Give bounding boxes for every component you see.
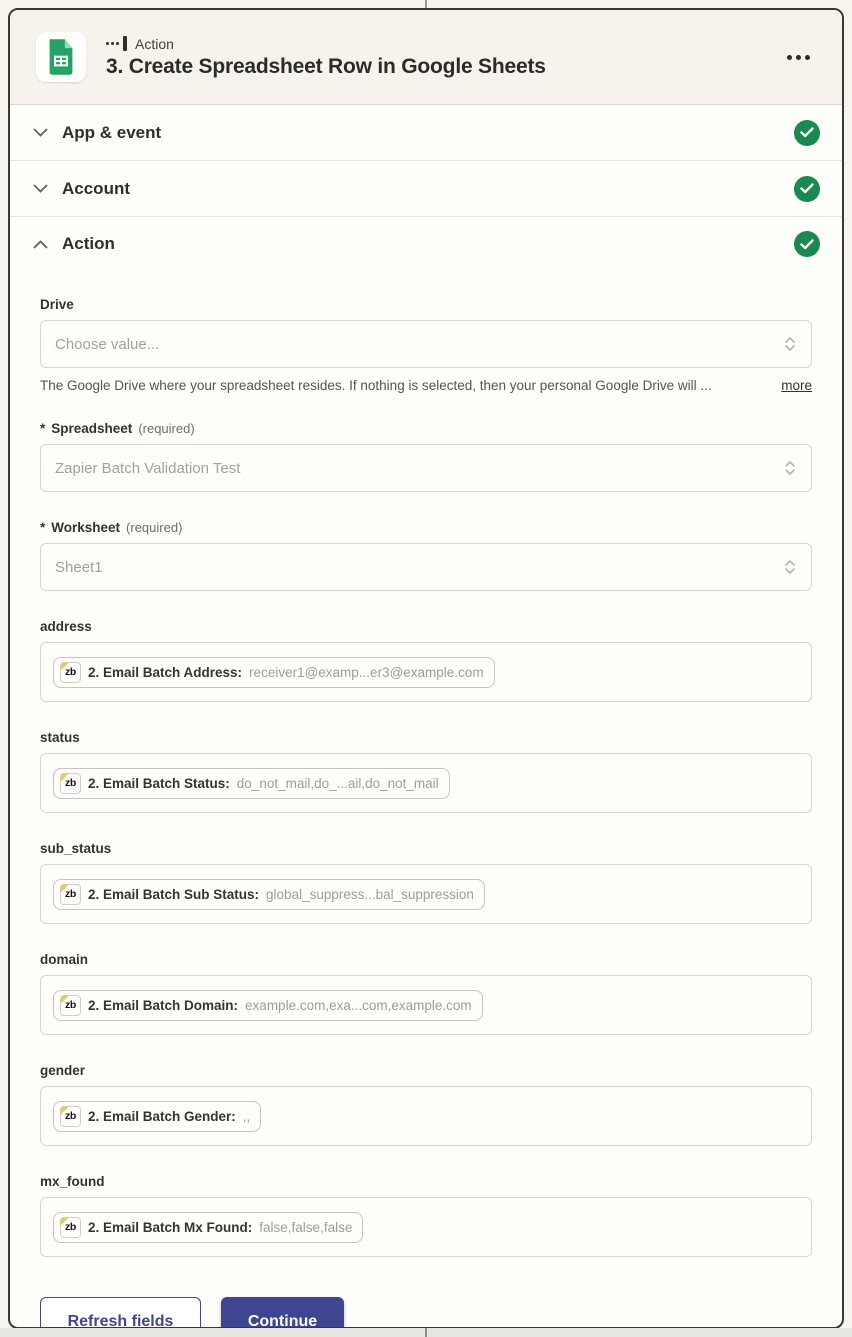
step-type-label: Action xyxy=(135,36,174,52)
mx-found-input[interactable]: zb 2. Email Batch Mx Found: false,false,… xyxy=(40,1197,812,1257)
checkmark-icon xyxy=(794,231,820,257)
token-label: 2. Email Batch Sub Status: xyxy=(88,887,259,902)
field-label: Spreadsheet xyxy=(51,421,132,436)
field-label: gender xyxy=(40,1063,85,1078)
chevron-down-icon xyxy=(32,128,48,137)
step-title: 3. Create Spreadsheet Row in Google Shee… xyxy=(106,55,761,79)
field-address: address zb 2. Email Batch Address: recei… xyxy=(40,619,812,702)
field-help-text: The Google Drive where your spreadsheet … xyxy=(40,378,769,393)
zerobounce-app-icon: zb xyxy=(60,884,81,905)
section-account[interactable]: Account xyxy=(10,161,842,217)
select-chevron-icon xyxy=(783,558,797,576)
token-value: ,, xyxy=(243,1109,251,1124)
required-marker: * xyxy=(40,520,45,535)
section-label: Action xyxy=(62,234,780,254)
gender-input[interactable]: zb 2. Email Batch Gender: ,, xyxy=(40,1086,812,1146)
field-mx-found: mx_found zb 2. Email Batch Mx Found: fal… xyxy=(40,1174,812,1257)
checkmark-icon xyxy=(794,120,820,146)
mapped-token-pill[interactable]: zb 2. Email Batch Address: receiver1@exa… xyxy=(53,657,495,688)
action-type-icon xyxy=(106,36,127,51)
token-value: false,false,false xyxy=(259,1220,352,1235)
token-value: receiver1@examp...er3@example.com xyxy=(249,665,484,680)
page-bottom-strip xyxy=(0,1328,852,1337)
required-text: (required) xyxy=(138,421,194,436)
select-value: Sheet1 xyxy=(55,559,783,576)
select-value: Zapier Batch Validation Test xyxy=(55,460,783,477)
ellipsis-menu-icon[interactable] xyxy=(781,49,816,66)
token-value: example.com,exa...com,example.com xyxy=(245,998,472,1013)
action-form: Drive Choose value... The Google Drive w… xyxy=(10,271,842,1329)
worksheet-select[interactable]: Sheet1 xyxy=(40,543,812,591)
sub-status-input[interactable]: zb 2. Email Batch Sub Status: global_sup… xyxy=(40,864,812,924)
section-app-event[interactable]: App & event xyxy=(10,105,842,161)
continue-button[interactable]: Continue xyxy=(221,1297,344,1329)
spreadsheet-select[interactable]: Zapier Batch Validation Test xyxy=(40,444,812,492)
token-label: 2. Email Batch Gender: xyxy=(88,1109,236,1124)
field-domain: domain zb 2. Email Batch Domain: example… xyxy=(40,952,812,1035)
zerobounce-app-icon: zb xyxy=(60,1217,81,1238)
refresh-fields-button[interactable]: Refresh fields xyxy=(40,1297,201,1329)
form-actions: Refresh fields Continue xyxy=(40,1297,812,1329)
field-label: mx_found xyxy=(40,1174,105,1189)
token-label: 2. Email Batch Address: xyxy=(88,665,242,680)
mapped-token-pill[interactable]: zb 2. Email Batch Mx Found: false,false,… xyxy=(53,1212,363,1243)
mapped-token-pill[interactable]: zb 2. Email Batch Sub Status: global_sup… xyxy=(53,879,485,910)
token-label: 2. Email Batch Domain: xyxy=(88,998,238,1013)
zerobounce-app-icon: zb xyxy=(60,1106,81,1127)
field-drive: Drive Choose value... The Google Drive w… xyxy=(40,297,812,393)
select-placeholder: Choose value... xyxy=(55,336,783,353)
token-label: 2. Email Batch Mx Found: xyxy=(88,1220,252,1235)
field-label: sub_status xyxy=(40,841,111,856)
drive-select[interactable]: Choose value... xyxy=(40,320,812,368)
field-label: address xyxy=(40,619,92,634)
field-spreadsheet: * Spreadsheet (required) Zapier Batch Va… xyxy=(40,421,812,492)
checkmark-icon xyxy=(794,176,820,202)
required-text: (required) xyxy=(126,520,182,535)
zap-step-card: Action 3. Create Spreadsheet Row in Goog… xyxy=(8,8,844,1329)
select-chevron-icon xyxy=(783,459,797,477)
section-action[interactable]: Action xyxy=(10,217,842,271)
status-input[interactable]: zb 2. Email Batch Status: do_not_mail,do… xyxy=(40,753,812,813)
field-label: domain xyxy=(40,952,88,967)
mapped-token-pill[interactable]: zb 2. Email Batch Domain: example.com,ex… xyxy=(53,990,483,1021)
select-chevron-icon xyxy=(783,335,797,353)
chevron-down-icon xyxy=(32,184,48,193)
field-sub-status: sub_status zb 2. Email Batch Sub Status:… xyxy=(40,841,812,924)
token-value: do_not_mail,do_...ail,do_not_mail xyxy=(237,776,439,791)
google-sheets-icon xyxy=(45,38,77,76)
connector-line-bottom xyxy=(425,1328,427,1337)
field-label: status xyxy=(40,730,80,745)
zerobounce-app-icon: zb xyxy=(60,995,81,1016)
token-value: global_suppress...bal_suppression xyxy=(266,887,474,902)
section-label: Account xyxy=(62,179,780,199)
mapped-token-pill[interactable]: zb 2. Email Batch Gender: ,, xyxy=(53,1101,261,1132)
field-worksheet: * Worksheet (required) Sheet1 xyxy=(40,520,812,591)
domain-input[interactable]: zb 2. Email Batch Domain: example.com,ex… xyxy=(40,975,812,1035)
section-label: App & event xyxy=(62,123,780,143)
address-input[interactable]: zb 2. Email Batch Address: receiver1@exa… xyxy=(40,642,812,702)
field-status: status zb 2. Email Batch Status: do_not_… xyxy=(40,730,812,813)
app-tile xyxy=(36,32,86,82)
zerobounce-app-icon: zb xyxy=(60,773,81,794)
more-link[interactable]: more xyxy=(781,378,812,393)
field-label: Drive xyxy=(40,297,74,312)
chevron-up-icon xyxy=(32,240,48,249)
step-header: Action 3. Create Spreadsheet Row in Goog… xyxy=(10,10,842,105)
step-header-text: Action 3. Create Spreadsheet Row in Goog… xyxy=(106,36,761,79)
field-gender: gender zb 2. Email Batch Gender: ,, xyxy=(40,1063,812,1146)
field-label: Worksheet xyxy=(51,520,120,535)
zerobounce-app-icon: zb xyxy=(60,662,81,683)
token-label: 2. Email Batch Status: xyxy=(88,776,230,791)
required-marker: * xyxy=(40,421,45,436)
mapped-token-pill[interactable]: zb 2. Email Batch Status: do_not_mail,do… xyxy=(53,768,450,799)
